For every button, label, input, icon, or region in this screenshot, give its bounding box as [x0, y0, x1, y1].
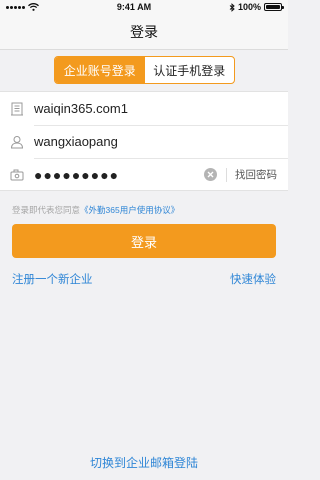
status-time: 9:41 AM	[116, 2, 152, 12]
username-row	[0, 125, 288, 158]
agreement-text: 登录即代表您同意《外勤365用户使用协议》	[12, 204, 179, 216]
password-field[interactable]	[34, 158, 194, 191]
camera-lock-icon	[0, 158, 34, 191]
status-left	[6, 3, 39, 11]
battery-fill	[266, 5, 280, 9]
status-right: 100%	[229, 2, 284, 12]
company-row	[0, 92, 288, 125]
register-link[interactable]: 注册一个新企业	[12, 271, 93, 287]
quick-trial-link[interactable]: 快速体验	[230, 271, 276, 287]
page-title: 登录	[130, 23, 158, 40]
user-icon	[0, 125, 34, 158]
agreement-link[interactable]: 《外勤365用户使用协议》	[80, 205, 179, 215]
username-field[interactable]	[34, 125, 204, 158]
battery-icon	[264, 3, 284, 11]
battery-percent: 100%	[237, 2, 261, 12]
tab-enterprise-account[interactable]: 企业账号登录	[55, 57, 145, 83]
wifi-icon	[28, 3, 39, 11]
clear-icon[interactable]	[204, 168, 217, 181]
login-form: 找回密码	[0, 91, 288, 191]
nav-bar: 登录	[0, 14, 288, 50]
status-bar: 9:41 AM 100%	[0, 0, 288, 14]
login-button[interactable]: 登录	[12, 224, 276, 258]
building-icon	[0, 92, 34, 125]
login-mode-tabs: 企业账号登录 认证手机登录	[54, 56, 235, 84]
company-field[interactable]	[34, 92, 204, 125]
bluetooth-icon	[229, 2, 235, 12]
signal-icon	[6, 5, 25, 9]
tab-phone-login[interactable]: 认证手机登录	[145, 57, 235, 83]
agreement-prefix: 登录即代表您同意	[12, 205, 81, 215]
forgot-password-link[interactable]: 找回密码	[235, 167, 277, 182]
switch-email-login-link[interactable]: 切换到企业邮箱登陆	[0, 454, 288, 471]
password-row: 找回密码	[0, 158, 288, 191]
divider	[226, 168, 227, 182]
